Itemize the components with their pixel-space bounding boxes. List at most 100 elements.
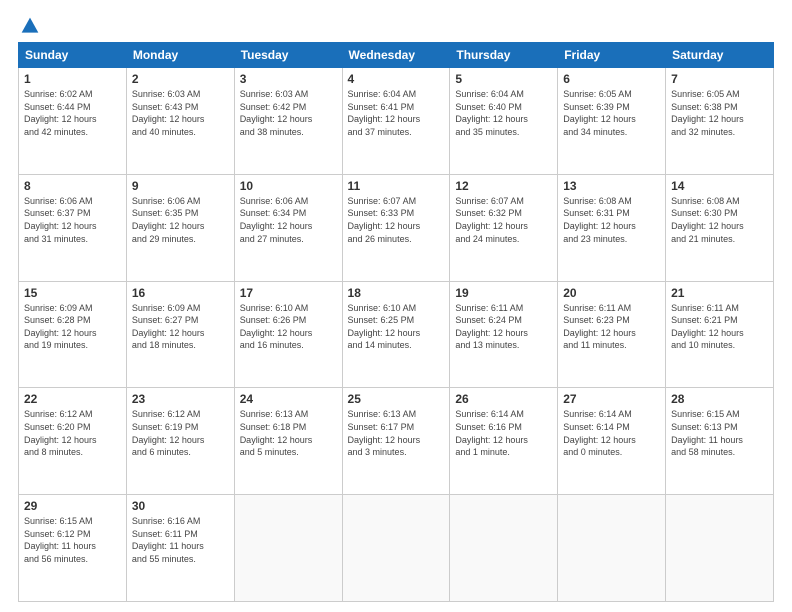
day-info: Sunrise: 6:15 AM Sunset: 6:12 PM Dayligh…	[24, 515, 121, 565]
day-number: 20	[563, 286, 660, 300]
day-info: Sunrise: 6:11 AM Sunset: 6:23 PM Dayligh…	[563, 302, 660, 352]
day-number: 12	[455, 179, 552, 193]
day-number: 29	[24, 499, 121, 513]
calendar-cell: 12 Sunrise: 6:07 AM Sunset: 6:32 PM Dayli…	[450, 174, 558, 281]
day-info: Sunrise: 6:05 AM Sunset: 6:38 PM Dayligh…	[671, 88, 768, 138]
day-number: 6	[563, 72, 660, 86]
day-info: Sunrise: 6:11 AM Sunset: 6:21 PM Dayligh…	[671, 302, 768, 352]
day-number: 7	[671, 72, 768, 86]
calendar-cell: 5 Sunrise: 6:04 AM Sunset: 6:40 PM Daylig…	[450, 68, 558, 175]
day-number: 24	[240, 392, 337, 406]
calendar-cell: 7 Sunrise: 6:05 AM Sunset: 6:38 PM Daylig…	[666, 68, 774, 175]
day-number: 19	[455, 286, 552, 300]
calendar-cell: 26Sunrise: 6:14 AM Sunset: 6:16 PM Dayli…	[450, 388, 558, 495]
day-number: 9	[132, 179, 229, 193]
logo	[18, 16, 40, 34]
calendar-header: SundayMondayTuesdayWednesdayThursdayFrid…	[19, 43, 774, 68]
calendar-cell: 9Sunrise: 6:06 AM Sunset: 6:35 PM Daylig…	[126, 174, 234, 281]
calendar-cell: 2 Sunrise: 6:03 AM Sunset: 6:43 PM Daylig…	[126, 68, 234, 175]
calendar-cell: 1 Sunrise: 6:02 AM Sunset: 6:44 PM Daylig…	[19, 68, 127, 175]
calendar-cell: 18 Sunrise: 6:10 AM Sunset: 6:25 PM Dayli…	[342, 281, 450, 388]
day-number: 21	[671, 286, 768, 300]
day-info: Sunrise: 6:14 AM Sunset: 6:14 PM Dayligh…	[563, 408, 660, 458]
day-info: Sunrise: 6:09 AM Sunset: 6:28 PM Dayligh…	[24, 302, 121, 352]
calendar-cell: 10 Sunrise: 6:06 AM Sunset: 6:34 PM Dayli…	[234, 174, 342, 281]
calendar-cell: 15 Sunrise: 6:09 AM Sunset: 6:28 PM Dayli…	[19, 281, 127, 388]
logo-icon	[20, 16, 40, 36]
day-info: Sunrise: 6:03 AM Sunset: 6:42 PM Dayligh…	[240, 88, 337, 138]
day-number: 17	[240, 286, 337, 300]
weekday-header-monday: Monday	[126, 43, 234, 68]
day-info: Sunrise: 6:13 AM Sunset: 6:17 PM Dayligh…	[348, 408, 445, 458]
weekday-header-friday: Friday	[558, 43, 666, 68]
calendar-cell: 16Sunrise: 6:09 AM Sunset: 6:27 PM Dayli…	[126, 281, 234, 388]
day-info: Sunrise: 6:12 AM Sunset: 6:19 PM Dayligh…	[132, 408, 229, 458]
day-number: 28	[671, 392, 768, 406]
day-number: 10	[240, 179, 337, 193]
day-info: Sunrise: 6:07 AM Sunset: 6:33 PM Dayligh…	[348, 195, 445, 245]
calendar-table: SundayMondayTuesdayWednesdayThursdayFrid…	[18, 42, 774, 602]
day-info: Sunrise: 6:12 AM Sunset: 6:20 PM Dayligh…	[24, 408, 121, 458]
day-number: 23	[132, 392, 229, 406]
day-info: Sunrise: 6:06 AM Sunset: 6:37 PM Dayligh…	[24, 195, 121, 245]
calendar-cell: 4Sunrise: 6:04 AM Sunset: 6:41 PM Daylig…	[342, 68, 450, 175]
day-info: Sunrise: 6:02 AM Sunset: 6:44 PM Dayligh…	[24, 88, 121, 138]
day-info: Sunrise: 6:03 AM Sunset: 6:43 PM Dayligh…	[132, 88, 229, 138]
weekday-header-sunday: Sunday	[19, 43, 127, 68]
day-info: Sunrise: 6:15 AM Sunset: 6:13 PM Dayligh…	[671, 408, 768, 458]
calendar-week-2: 8 Sunrise: 6:06 AM Sunset: 6:37 PM Daylig…	[19, 174, 774, 281]
weekday-header-tuesday: Tuesday	[234, 43, 342, 68]
day-info: Sunrise: 6:16 AM Sunset: 6:11 PM Dayligh…	[132, 515, 229, 565]
calendar-cell: 3 Sunrise: 6:03 AM Sunset: 6:42 PM Daylig…	[234, 68, 342, 175]
day-info: Sunrise: 6:08 AM Sunset: 6:30 PM Dayligh…	[671, 195, 768, 245]
day-number: 2	[132, 72, 229, 86]
weekday-row: SundayMondayTuesdayWednesdayThursdayFrid…	[19, 43, 774, 68]
day-number: 5	[455, 72, 552, 86]
day-info: Sunrise: 6:10 AM Sunset: 6:25 PM Dayligh…	[348, 302, 445, 352]
calendar-cell: 29 Sunrise: 6:15 AM Sunset: 6:12 PM Dayli…	[19, 495, 127, 602]
weekday-header-wednesday: Wednesday	[342, 43, 450, 68]
calendar-week-5: 29 Sunrise: 6:15 AM Sunset: 6:12 PM Dayli…	[19, 495, 774, 602]
header	[18, 16, 774, 34]
calendar-week-3: 15 Sunrise: 6:09 AM Sunset: 6:28 PM Dayli…	[19, 281, 774, 388]
calendar-week-4: 22Sunrise: 6:12 AM Sunset: 6:20 PM Dayli…	[19, 388, 774, 495]
calendar-cell: 27 Sunrise: 6:14 AM Sunset: 6:14 PM Dayli…	[558, 388, 666, 495]
day-number: 27	[563, 392, 660, 406]
calendar-cell: 8 Sunrise: 6:06 AM Sunset: 6:37 PM Daylig…	[19, 174, 127, 281]
day-number: 30	[132, 499, 229, 513]
calendar-cell	[558, 495, 666, 602]
weekday-header-thursday: Thursday	[450, 43, 558, 68]
calendar-cell: 20 Sunrise: 6:11 AM Sunset: 6:23 PM Dayli…	[558, 281, 666, 388]
calendar-cell: 14 Sunrise: 6:08 AM Sunset: 6:30 PM Dayli…	[666, 174, 774, 281]
calendar-cell: 30 Sunrise: 6:16 AM Sunset: 6:11 PM Dayli…	[126, 495, 234, 602]
calendar-cell	[450, 495, 558, 602]
calendar-cell	[666, 495, 774, 602]
day-number: 1	[24, 72, 121, 86]
calendar-body: 1 Sunrise: 6:02 AM Sunset: 6:44 PM Daylig…	[19, 68, 774, 602]
day-number: 14	[671, 179, 768, 193]
day-number: 8	[24, 179, 121, 193]
day-info: Sunrise: 6:08 AM Sunset: 6:31 PM Dayligh…	[563, 195, 660, 245]
day-info: Sunrise: 6:13 AM Sunset: 6:18 PM Dayligh…	[240, 408, 337, 458]
day-number: 3	[240, 72, 337, 86]
calendar-cell: 28 Sunrise: 6:15 AM Sunset: 6:13 PM Dayli…	[666, 388, 774, 495]
day-number: 16	[132, 286, 229, 300]
calendar-cell: 17Sunrise: 6:10 AM Sunset: 6:26 PM Dayli…	[234, 281, 342, 388]
calendar-cell: 6Sunrise: 6:05 AM Sunset: 6:39 PM Daylig…	[558, 68, 666, 175]
calendar-cell: 21 Sunrise: 6:11 AM Sunset: 6:21 PM Dayli…	[666, 281, 774, 388]
day-number: 26	[455, 392, 552, 406]
day-info: Sunrise: 6:11 AM Sunset: 6:24 PM Dayligh…	[455, 302, 552, 352]
day-number: 11	[348, 179, 445, 193]
day-info: Sunrise: 6:07 AM Sunset: 6:32 PM Dayligh…	[455, 195, 552, 245]
calendar-cell	[342, 495, 450, 602]
calendar-cell: 22Sunrise: 6:12 AM Sunset: 6:20 PM Dayli…	[19, 388, 127, 495]
calendar-cell: 23 Sunrise: 6:12 AM Sunset: 6:19 PM Dayli…	[126, 388, 234, 495]
calendar-week-1: 1 Sunrise: 6:02 AM Sunset: 6:44 PM Daylig…	[19, 68, 774, 175]
day-number: 15	[24, 286, 121, 300]
day-number: 4	[348, 72, 445, 86]
day-number: 18	[348, 286, 445, 300]
day-info: Sunrise: 6:06 AM Sunset: 6:34 PM Dayligh…	[240, 195, 337, 245]
calendar-cell	[234, 495, 342, 602]
day-info: Sunrise: 6:04 AM Sunset: 6:40 PM Dayligh…	[455, 88, 552, 138]
calendar-cell: 25Sunrise: 6:13 AM Sunset: 6:17 PM Dayli…	[342, 388, 450, 495]
